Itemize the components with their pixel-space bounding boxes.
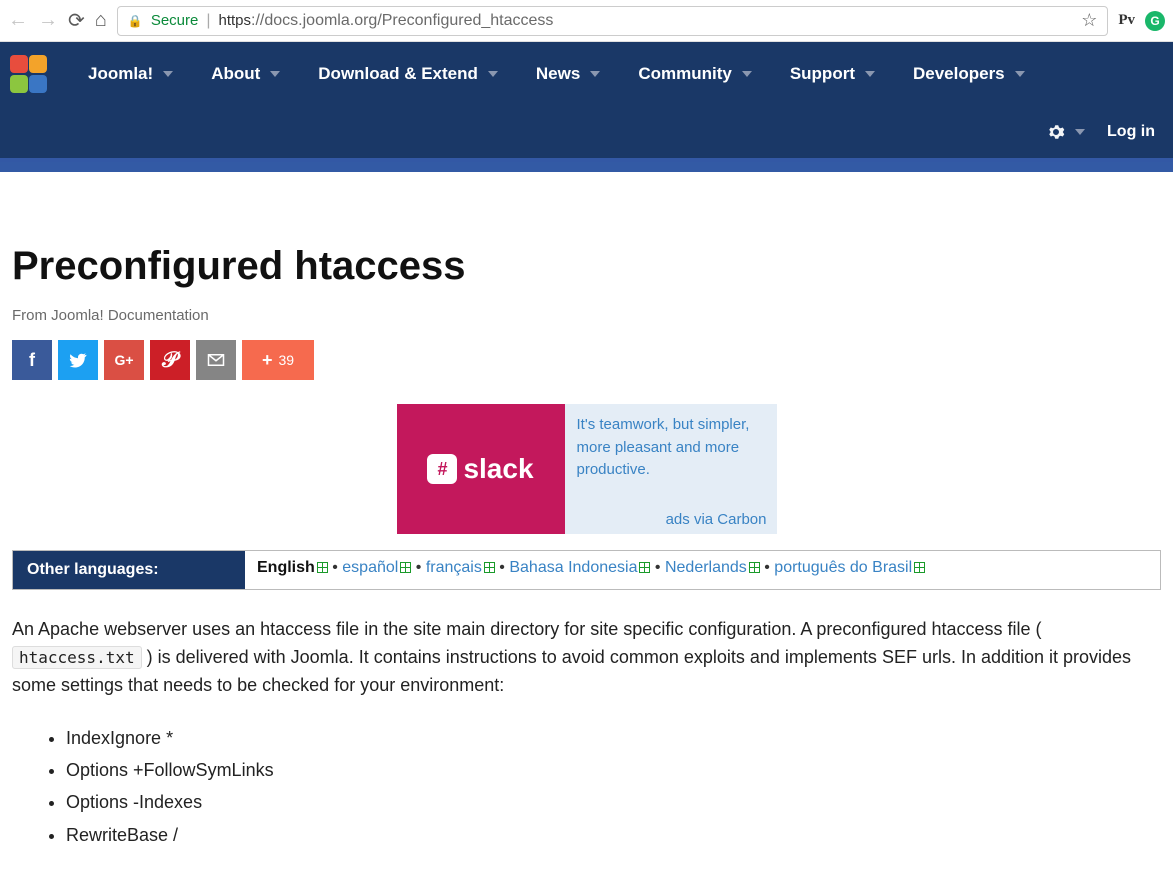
email-icon — [207, 353, 225, 367]
language-option[interactable]: español — [342, 559, 398, 576]
reload-button[interactable]: ⟳ — [68, 8, 85, 33]
language-selector: Other languages: English • español • fra… — [12, 550, 1161, 590]
share-more-button[interactable]: +39 — [242, 340, 314, 380]
secure-label: Secure — [151, 12, 199, 29]
language-flag-icon — [639, 562, 650, 573]
language-option[interactable]: Bahasa Indonesia — [509, 559, 637, 576]
extension-pv-icon[interactable]: Pv — [1118, 12, 1135, 29]
share-bar: f G+ 𝒫 +39 — [12, 340, 1161, 380]
nav-label: Download & Extend — [318, 64, 478, 84]
nav-label: Community — [638, 64, 732, 84]
list-item: Options -Indexes — [66, 786, 1161, 818]
nav-label: Support — [790, 64, 855, 84]
bookmark-star-icon[interactable]: ☆ — [1081, 10, 1097, 31]
ad-text: It's teamwork, but simpler, more pleasan… — [577, 414, 767, 482]
chevron-down-icon — [865, 71, 875, 77]
list-item: RewriteBase / — [66, 819, 1161, 851]
url-separator: | — [206, 12, 210, 30]
page-subtitle: From Joomla! Documentation — [12, 307, 1161, 324]
settings-menu[interactable] — [1047, 123, 1085, 141]
separator: • — [650, 559, 665, 576]
googleplus-icon: G+ — [114, 352, 133, 368]
list-item: Options +FollowSymLinks — [66, 754, 1161, 786]
separator: • — [328, 559, 343, 576]
list-item: IndexIgnore * — [66, 722, 1161, 754]
nav-label: About — [211, 64, 260, 84]
language-flag-icon — [749, 562, 760, 573]
text: ) is delivered with Joomla. It contains … — [12, 647, 1131, 695]
utility-nav: Log in — [0, 106, 1173, 158]
extension-grammarly-icon[interactable]: G — [1145, 11, 1165, 31]
nav-label: News — [536, 64, 580, 84]
chevron-down-icon — [270, 71, 280, 77]
language-option[interactable]: Nederlands — [665, 559, 747, 576]
primary-nav: Joomla! About Download & Extend News Com… — [0, 42, 1173, 106]
share-googleplus-button[interactable]: G+ — [104, 340, 144, 380]
nav-download-extend[interactable]: Download & Extend — [318, 64, 498, 84]
carbon-ad[interactable]: # slack It's teamwork, but simpler, more… — [397, 404, 777, 534]
nav-about[interactable]: About — [211, 64, 280, 84]
intro-paragraph: An Apache webserver uses an htaccess fil… — [12, 616, 1161, 700]
ad-via-link[interactable]: ads via Carbon — [577, 511, 767, 528]
language-flag-icon — [484, 562, 495, 573]
ad-body: It's teamwork, but simpler, more pleasan… — [565, 404, 777, 534]
chevron-down-icon — [1015, 71, 1025, 77]
url-text: https://docs.joomla.org/Preconfigured_ht… — [219, 12, 554, 30]
joomla-logo[interactable] — [10, 55, 50, 93]
nav-news[interactable]: News — [536, 64, 600, 84]
facebook-icon: f — [29, 350, 35, 371]
language-option[interactable]: français — [426, 559, 482, 576]
language-option[interactable]: English — [257, 559, 315, 576]
nav-label: Joomla! — [88, 64, 153, 84]
chevron-down-icon — [742, 71, 752, 77]
main-content: Preconfigured htaccess From Joomla! Docu… — [0, 172, 1173, 871]
code-filename: htaccess.txt — [12, 646, 142, 669]
ad-image: # slack — [397, 404, 565, 534]
address-bar[interactable]: 🔒 Secure | https://docs.joomla.org/Preco… — [117, 6, 1108, 36]
nav-developers[interactable]: Developers — [913, 64, 1025, 84]
chevron-down-icon — [488, 71, 498, 77]
pinterest-icon: 𝒫 — [162, 347, 178, 373]
lock-icon: 🔒 — [128, 14, 143, 28]
language-flag-icon — [317, 562, 328, 573]
language-label: Other languages: — [13, 551, 245, 589]
separator: • — [760, 559, 775, 576]
forward-button: → — [38, 9, 58, 32]
chevron-down-icon — [1075, 129, 1085, 135]
page-title: Preconfigured htaccess — [12, 244, 1161, 289]
settings-list: IndexIgnore *Options +FollowSymLinksOpti… — [66, 722, 1161, 852]
share-twitter-button[interactable] — [58, 340, 98, 380]
language-option[interactable]: português do Brasil — [774, 559, 912, 576]
nav-joomla[interactable]: Joomla! — [88, 64, 173, 84]
text: An Apache webserver uses an htaccess fil… — [12, 619, 1042, 639]
separator: • — [411, 559, 426, 576]
separator: • — [495, 559, 510, 576]
nav-community[interactable]: Community — [638, 64, 752, 84]
gear-icon — [1047, 123, 1065, 141]
plus-icon: + — [262, 350, 273, 371]
share-facebook-button[interactable]: f — [12, 340, 52, 380]
nav-support[interactable]: Support — [790, 64, 875, 84]
home-button[interactable]: ⌂ — [95, 9, 107, 32]
browser-toolbar: ← → ⟳ ⌂ 🔒 Secure | https://docs.joomla.o… — [0, 0, 1173, 42]
share-email-button[interactable] — [196, 340, 236, 380]
accent-bar — [0, 162, 1173, 172]
language-flag-icon — [914, 562, 925, 573]
chevron-down-icon — [590, 71, 600, 77]
share-count: 39 — [278, 352, 294, 368]
login-link[interactable]: Log in — [1107, 123, 1155, 141]
site-header: Joomla! About Download & Extend News Com… — [0, 42, 1173, 162]
ad-brand: slack — [463, 453, 533, 485]
language-list: English • español • français • Bahasa In… — [245, 551, 1160, 589]
twitter-icon — [69, 351, 87, 369]
language-flag-icon — [400, 562, 411, 573]
slack-hash-icon: # — [427, 454, 457, 484]
back-button: ← — [8, 9, 28, 32]
share-pinterest-button[interactable]: 𝒫 — [150, 340, 190, 380]
chevron-down-icon — [163, 71, 173, 77]
nav-label: Developers — [913, 64, 1005, 84]
